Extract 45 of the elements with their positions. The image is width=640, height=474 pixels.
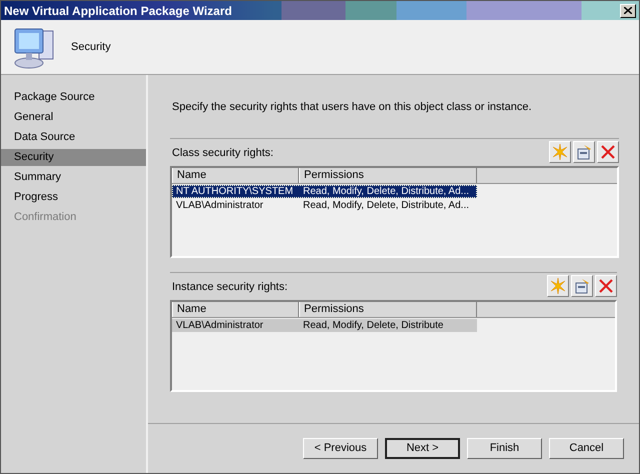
wizard-button[interactable]: Finish [467, 438, 542, 459]
group-label: Instance security rights: [171, 280, 288, 295]
wizard-step: Summary [1, 169, 146, 186]
list-cell-text: VLAB\Administrator [175, 198, 264, 212]
list-row[interactable]: VLAB\Administrator Read, Modify, Delete, Distribute [172, 318, 477, 332]
properties-icon [574, 278, 590, 294]
column-header[interactable]: Permissions [299, 168, 477, 182]
list-row[interactable]: NT AUTHORITY\SYSTEM Read, Modify, Delete, Distribute, Ad... [172, 184, 477, 198]
properties-button[interactable] [573, 140, 595, 162]
group-label: Class security rights: [171, 146, 274, 161]
column-header[interactable]: Name [172, 168, 299, 182]
wizard-step: Data Source [1, 129, 146, 146]
list-cell-text: Read, Modify, Delete, Distribute [302, 318, 444, 332]
properties-button[interactable] [571, 274, 593, 296]
rights-list[interactable]: Name Permissions VLAB\Administrator Read, Modify, Delete, Distribute [170, 300, 617, 392]
wizard-step: Confirmation [1, 209, 146, 226]
list-cell-text: Read, Modify, Delete, Distribute, Ad... [302, 184, 470, 198]
instruction-text: Specify the security rights that users have on this object class or instance. [171, 100, 533, 115]
wizard-step: General [1, 109, 146, 126]
close-icon [624, 7, 632, 14]
new-button[interactable] [547, 274, 569, 296]
close-button[interactable] [620, 4, 636, 18]
delete-button[interactable] [597, 140, 619, 162]
page-title: Security [71, 40, 111, 55]
starburst-icon [552, 144, 568, 160]
wizard-button[interactable]: Next > [385, 438, 460, 459]
list-cell-text: Read, Modify, Delete, Distribute, Ad... [302, 198, 470, 212]
wizard-button[interactable]: < Previous [303, 438, 378, 459]
delete-icon [600, 144, 616, 160]
wizard-step: Security [1, 149, 146, 166]
starburst-icon [550, 278, 566, 294]
window-title: New Virtual Application Package Wizard [3, 2, 232, 20]
wizard-button[interactable]: Cancel [549, 438, 624, 459]
column-header[interactable]: Name [172, 302, 299, 316]
column-header[interactable]: Permissions [299, 302, 477, 316]
list-row[interactable]: VLAB\Administrator Read, Modify, Delete, Distribute, Ad... [172, 198, 477, 212]
list-cell-text: VLAB\Administrator [175, 318, 264, 332]
properties-icon [576, 144, 592, 160]
list-cell-text: NT AUTHORITY\SYSTEM [175, 184, 294, 198]
wizard-step: Package Source [1, 89, 146, 106]
delete-button[interactable] [595, 274, 617, 296]
delete-icon [598, 278, 614, 294]
wizard-step: Progress [1, 189, 146, 206]
new-button[interactable] [549, 140, 571, 162]
rights-list[interactable]: Name Permissions NT AUTHORITY\SYSTEM Read, Modify, Delete, Distribute, Ad... VLAB\Administrator Read, Modify, Delete, Distribute, Ad... [170, 166, 619, 258]
